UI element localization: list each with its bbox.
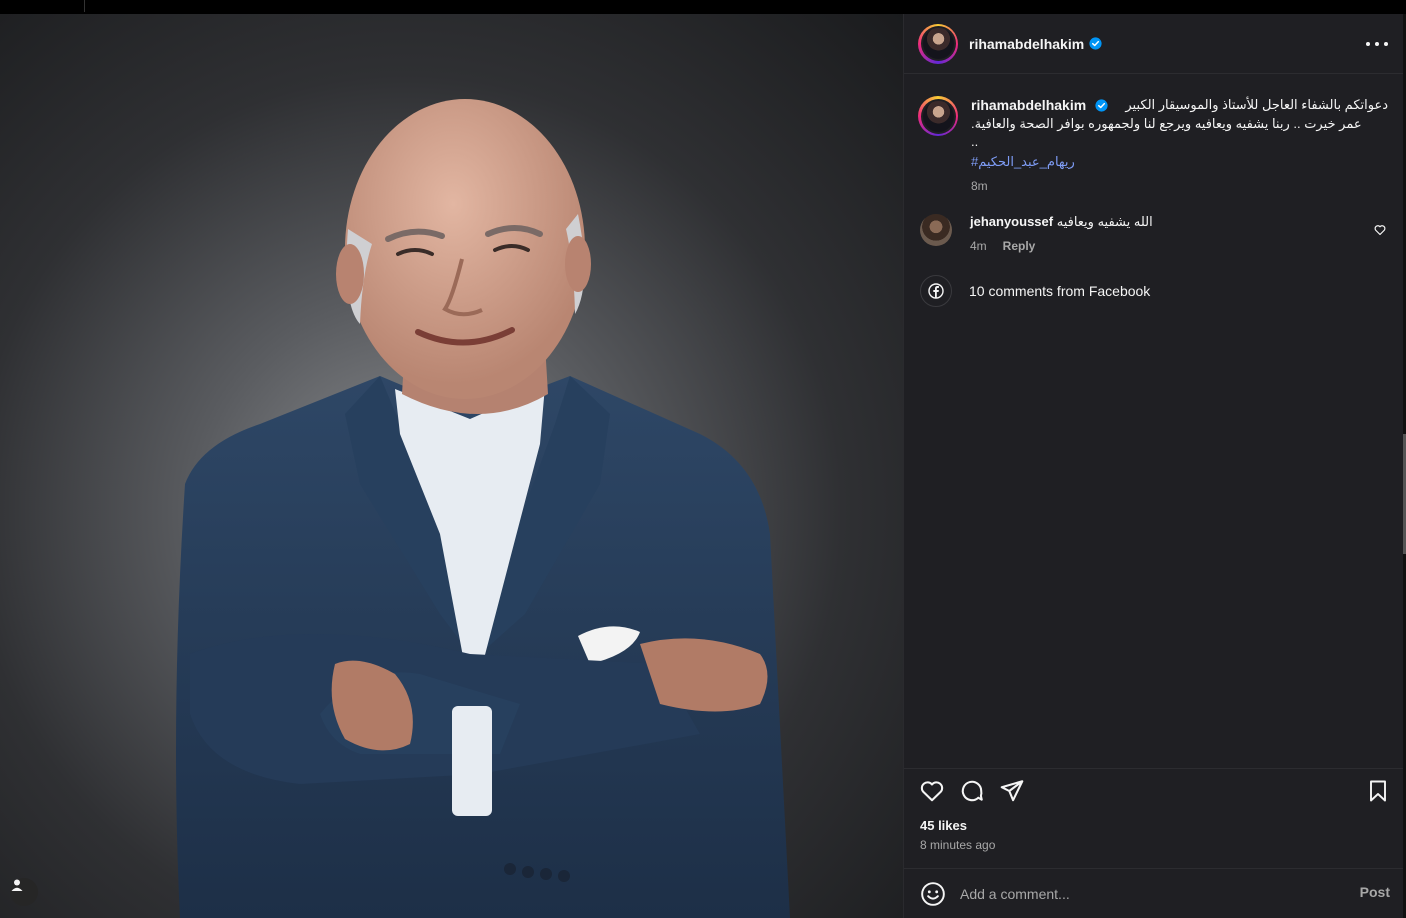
commenter-username[interactable]: jehanyoussef: [970, 214, 1053, 229]
person-icon: [11, 879, 23, 891]
share-button[interactable]: [998, 777, 1026, 805]
post-header: rihamabdelhakim: [904, 14, 1404, 74]
caption-time: 8m: [971, 179, 988, 193]
post-side-panel: rihamabdelhakim rihamabdelhakim دعواتكم: [903, 14, 1404, 918]
facebook-comments-label: 10 comments from Facebook: [969, 283, 1151, 299]
portrait-illustration: [176, 99, 790, 918]
comment-input[interactable]: [960, 885, 1340, 902]
caption-author-wrap: rihamabdelhakim: [971, 96, 1108, 115]
author-avatar-inner: [920, 26, 956, 61]
heart-icon[interactable]: [1374, 224, 1386, 236]
post-caption: rihamabdelhakim دعواتكم بالشفاء العاجل ل…: [918, 96, 1388, 195]
comment-body: jehanyoussef الله يشفيه ويعافيه 4m Reply: [970, 214, 1153, 253]
more-options-button[interactable]: [1366, 36, 1388, 52]
post-comment-button[interactable]: Post: [1360, 884, 1390, 900]
commenter-avatar[interactable]: [920, 214, 952, 246]
more-icon: [1366, 42, 1370, 46]
facebook-comments-row[interactable]: 10 comments from Facebook: [920, 275, 1150, 307]
like-button[interactable]: [918, 777, 946, 805]
verified-badge-icon: [1095, 99, 1108, 112]
more-icon-dot: [1375, 42, 1379, 46]
emoji-icon[interactable]: [920, 881, 946, 907]
bookmark-icon: [1370, 780, 1386, 802]
comment-text: الله يشفيه ويعافيه: [1056, 214, 1153, 229]
caption-line-1: دعواتكم بالشفاء العاجل للأستاذ والموسيقا…: [1125, 97, 1388, 112]
facebook-icon-wrap: [920, 275, 952, 307]
save-button[interactable]: [1364, 777, 1392, 805]
comment-icon: [961, 780, 983, 802]
verified-badge-icon: [1089, 37, 1102, 50]
add-comment-bar: Post: [904, 868, 1404, 918]
caption-line-3: ..: [971, 134, 979, 149]
send-icon: [1000, 780, 1024, 802]
caption-text-block: rihamabdelhakim دعواتكم بالشفاء العاجل ل…: [971, 96, 1388, 195]
comment-line: jehanyoussef الله يشفيه ويعافيه: [970, 214, 1153, 230]
top-bar-divider: [84, 0, 85, 12]
caption-hashtag[interactable]: #ريهام_عبد_الحكيم: [971, 153, 1388, 171]
caption-avatar-image: [922, 100, 954, 132]
window-top-bar: [0, 0, 1406, 14]
comment-button[interactable]: [958, 777, 986, 805]
author-username[interactable]: rihamabdelhakim: [969, 36, 1084, 52]
caption-username[interactable]: rihamabdelhakim: [971, 97, 1086, 113]
tagged-users-button[interactable]: [10, 878, 38, 906]
post-photo[interactable]: [0, 14, 903, 918]
reply-button[interactable]: Reply: [1003, 239, 1036, 253]
caption-first-line: rihamabdelhakim دعواتكم بالشفاء العاجل ل…: [971, 96, 1388, 115]
caption-line-2: عمر خيرت .. ربنا يشفيه ويعافيه ويرجع لنا…: [971, 116, 1362, 131]
post-time-ago: 8 minutes ago: [920, 838, 996, 852]
facebook-icon: [928, 283, 944, 299]
heart-icon: [920, 781, 944, 802]
comment-meta: 4m Reply: [970, 239, 1153, 253]
comment-time: 4m: [970, 239, 987, 253]
caption-author-avatar[interactable]: [918, 96, 958, 136]
more-icon-dot: [1384, 42, 1388, 46]
caption-avatar-inner: [920, 98, 956, 134]
post-actions-bar: [904, 768, 1404, 808]
author-avatar[interactable]: [918, 23, 958, 64]
comment-item: jehanyoussef الله يشفيه ويعافيه 4m Reply: [920, 214, 1390, 253]
author-avatar-image: [922, 28, 954, 59]
likes-count[interactable]: 45 likes: [920, 818, 967, 833]
